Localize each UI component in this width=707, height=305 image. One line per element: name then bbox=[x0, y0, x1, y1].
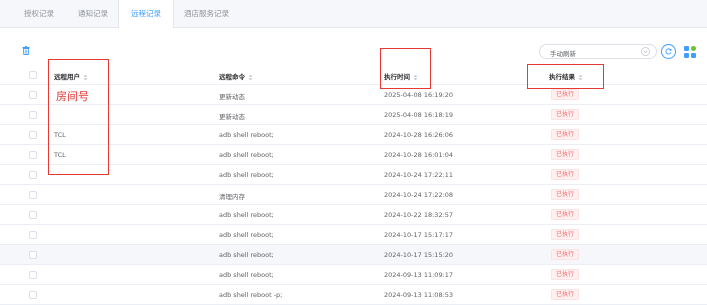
refresh-button[interactable] bbox=[661, 44, 676, 59]
table-row[interactable]: adb shell reboot; 2024-09-13 11:09:17 已执… bbox=[0, 265, 707, 285]
row-checkbox[interactable] bbox=[29, 131, 37, 139]
chevron-down-icon bbox=[641, 47, 650, 56]
cell-exec-time: 2024-10-28 16:01:04 bbox=[384, 151, 454, 159]
table-row[interactable]: 清理内存 2024-10-24 17:22:08 已执行 bbox=[0, 185, 707, 205]
cell-remote-command: adb shell reboot; bbox=[219, 251, 274, 259]
cell-remote-command: adb shell reboot; bbox=[219, 211, 274, 219]
column-header-label: 远程命令 bbox=[219, 73, 245, 81]
cell-remote-command: 清理内存 bbox=[219, 193, 245, 201]
status-badge: 已执行 bbox=[551, 89, 580, 100]
cell-exec-time: 2024-10-17 15:17:17 bbox=[384, 231, 454, 239]
cell-exec-time: 2024-09-13 11:08:53 bbox=[384, 291, 454, 299]
records-panel: 手动刷新 远程用户 远程命令 执行时间 执行结果 更新动态 2025-04-08… bbox=[0, 28, 707, 305]
status-badge: 已执行 bbox=[551, 249, 580, 260]
cell-exec-time: 2024-10-22 18:32:57 bbox=[384, 211, 454, 219]
status-badge: 已执行 bbox=[551, 189, 580, 200]
row-checkbox[interactable] bbox=[29, 251, 37, 259]
sort-icon[interactable] bbox=[248, 74, 253, 81]
status-badge: 已执行 bbox=[551, 169, 580, 180]
cell-exec-time: 2024-10-24 17:22:08 bbox=[384, 191, 454, 199]
tab-hotel-service-records[interactable]: 酒店服务记录 bbox=[172, 0, 241, 28]
row-checkbox[interactable] bbox=[29, 111, 37, 119]
trash-icon[interactable] bbox=[22, 46, 30, 55]
annotation-box-exec-time bbox=[380, 48, 431, 89]
table-row[interactable]: adb shell reboot; 2024-10-17 15:17:17 已执… bbox=[0, 225, 707, 245]
annotation-room-number: 房间号 bbox=[56, 90, 89, 103]
refresh-mode-label: 手动刷新 bbox=[550, 50, 576, 58]
status-badge: 已执行 bbox=[551, 229, 580, 240]
row-checkbox[interactable] bbox=[29, 191, 37, 199]
annotation-box-remote-user bbox=[48, 59, 109, 175]
refresh-icon bbox=[665, 48, 672, 55]
cell-remote-command: adb shell reboot -p; bbox=[219, 291, 283, 299]
column-settings-icon[interactable] bbox=[683, 45, 697, 59]
cell-remote-command: adb shell reboot; bbox=[219, 271, 274, 279]
row-checkbox[interactable] bbox=[29, 271, 37, 279]
cell-exec-time: 2024-09-13 11:09:17 bbox=[384, 271, 454, 279]
cell-exec-time: 2025-04-08 16:19:20 bbox=[384, 91, 454, 99]
status-badge: 已执行 bbox=[551, 129, 580, 140]
status-badge: 已执行 bbox=[551, 149, 580, 160]
select-all-checkbox[interactable] bbox=[29, 71, 37, 79]
status-badge: 已执行 bbox=[551, 209, 580, 220]
status-badge: 已执行 bbox=[551, 289, 580, 300]
row-checkbox[interactable] bbox=[29, 291, 37, 299]
row-checkbox[interactable] bbox=[29, 211, 37, 219]
tab-bar: 授权记录 通知记录 远程记录 酒店服务记录 bbox=[0, 0, 707, 28]
cell-exec-time: 2025-04-08 16:18:19 bbox=[384, 111, 454, 119]
tab-notify-records[interactable]: 通知记录 bbox=[66, 0, 120, 28]
annotation-box-exec-result bbox=[527, 64, 604, 89]
cell-remote-command: 更新动态 bbox=[219, 93, 245, 101]
status-badge: 已执行 bbox=[551, 269, 580, 280]
cell-remote-command: adb shell reboot; bbox=[219, 151, 274, 159]
cell-remote-command: adb shell reboot; bbox=[219, 131, 274, 139]
cell-exec-time: 2024-10-28 16:26:06 bbox=[384, 131, 454, 139]
row-checkbox[interactable] bbox=[29, 151, 37, 159]
tab-remote-records[interactable]: 远程记录 bbox=[118, 0, 174, 28]
tab-auth-records[interactable]: 授权记录 bbox=[12, 0, 66, 28]
table-row[interactable]: adb shell reboot; 2024-10-17 15:15:20 已执… bbox=[0, 245, 707, 265]
row-checkbox[interactable] bbox=[29, 91, 37, 99]
cell-remote-command: 更新动态 bbox=[219, 113, 245, 121]
cell-exec-time: 2024-10-24 17:22:11 bbox=[384, 171, 454, 179]
cell-remote-command: adb shell reboot; bbox=[219, 231, 274, 239]
cell-remote-command: adb shell reboot; bbox=[219, 171, 274, 179]
cell-exec-time: 2024-10-17 15:15:20 bbox=[384, 251, 454, 259]
table-row[interactable]: adb shell reboot -p; 2024-09-13 11:08:53… bbox=[0, 285, 707, 305]
row-checkbox[interactable] bbox=[29, 171, 37, 179]
refresh-mode-select[interactable]: 手动刷新 bbox=[539, 44, 657, 59]
column-header-remote-command[interactable]: 远程命令 bbox=[219, 71, 253, 81]
status-badge: 已执行 bbox=[551, 109, 580, 120]
table-row[interactable]: adb shell reboot; 2024-10-22 18:32:57 已执… bbox=[0, 205, 707, 225]
row-checkbox[interactable] bbox=[29, 231, 37, 239]
